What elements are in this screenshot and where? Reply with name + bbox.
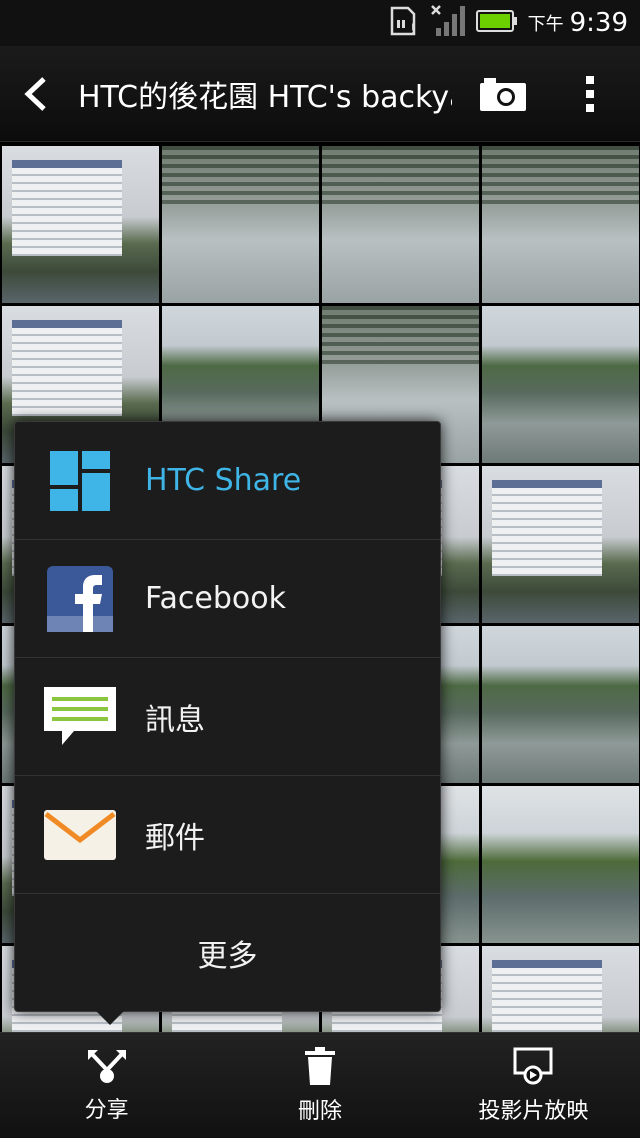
share-item-facebook[interactable]: Facebook <box>15 540 440 658</box>
photo-thumbnail[interactable] <box>2 146 159 303</box>
share-item-label: Facebook <box>145 581 286 616</box>
popup-pointer <box>96 1011 124 1025</box>
svg-text:!: ! <box>410 22 416 36</box>
status-time: 9:39 <box>569 8 628 38</box>
share-item-message[interactable]: 訊息 <box>15 658 440 776</box>
photo-thumbnail[interactable] <box>162 146 319 303</box>
camera-icon <box>480 77 526 111</box>
share-icon <box>87 1049 126 1083</box>
no-signal-icon <box>430 4 466 42</box>
share-button[interactable]: 分享 <box>0 1033 213 1138</box>
chevron-left-icon <box>24 76 46 111</box>
share-item-mail[interactable]: 郵件 <box>15 776 440 894</box>
slideshow-icon <box>513 1047 553 1084</box>
share-item-htc-share[interactable]: HTC Share <box>15 422 440 540</box>
slideshow-button[interactable]: 投影片放映 <box>427 1033 640 1138</box>
share-item-label: 郵件 <box>145 820 205 856</box>
photo-thumbnail[interactable] <box>482 626 639 783</box>
status-ampm: 下午 <box>527 14 564 35</box>
delete-button-label: 刪除 <box>297 1098 342 1124</box>
share-button-label: 分享 <box>84 1097 129 1123</box>
sd-card-icon: ! <box>388 6 420 40</box>
message-icon <box>15 658 145 776</box>
share-item-label: HTC Share <box>145 463 302 498</box>
slideshow-button-label: 投影片放映 <box>478 1098 589 1124</box>
photo-thumbnail[interactable] <box>482 946 639 1032</box>
battery-icon <box>475 10 518 36</box>
album-title: HTC的後花園 HTC's backyard <box>78 79 452 115</box>
share-more-button[interactable]: 更多 <box>15 894 440 1011</box>
photo-thumbnail[interactable] <box>482 146 639 303</box>
delete-button[interactable]: 刪除 <box>213 1033 426 1138</box>
action-bar: HTC的後花園 HTC's backyard <box>0 46 640 142</box>
camera-button[interactable] <box>468 46 538 142</box>
overflow-menu-button[interactable] <box>562 46 618 142</box>
share-menu-popup: HTC Share Facebook 訊息 郵件 更多 <box>14 421 441 1012</box>
share-item-label: 訊息 <box>145 702 205 738</box>
mail-icon <box>15 776 145 894</box>
bottom-action-bar: 分享 刪除 投影片放映 <box>0 1032 640 1138</box>
htc-share-icon <box>15 422 145 540</box>
more-vert-icon <box>586 75 594 112</box>
trash-icon <box>304 1046 335 1085</box>
photo-thumbnail[interactable] <box>322 146 479 303</box>
facebook-icon <box>15 540 145 658</box>
photo-thumbnail[interactable] <box>482 786 639 943</box>
photo-thumbnail[interactable] <box>482 306 639 463</box>
back-button[interactable] <box>0 46 70 142</box>
status-bar: ! 下午 9:39 <box>0 0 640 46</box>
photo-thumbnail[interactable] <box>482 466 639 623</box>
